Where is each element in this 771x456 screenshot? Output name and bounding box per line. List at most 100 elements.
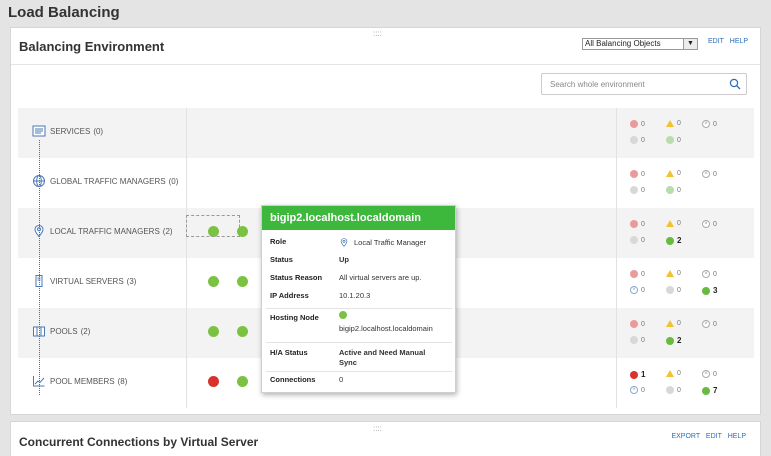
divider (186, 308, 187, 358)
row-name: GLOBAL TRAFFIC MANAGERS (50, 176, 166, 186)
panel-title: Concurrent Connections by Virtual Server (19, 435, 259, 449)
row-global-traffic-managers[interactable]: GLOBAL TRAFFIC MANAGERS (0) 0 0 × 0 0 0 (18, 158, 754, 208)
unknown-count[interactable]: 0 (630, 236, 645, 244)
edit-link[interactable]: EDIT (706, 433, 722, 440)
popup-row-role: Role Local Traffic Manager (270, 237, 426, 247)
selection-box (186, 215, 240, 237)
unknown-icon (630, 336, 638, 344)
warning-count[interactable]: 0 (666, 270, 681, 277)
popup-row-hosting: Hosting Node bigip2.localhost.localdomai… (270, 311, 433, 333)
critical-icon (630, 220, 638, 228)
critical-count[interactable]: 0 (630, 220, 645, 228)
warning-icon (666, 220, 674, 227)
down-count[interactable]: × 0 (702, 370, 717, 378)
help-link[interactable]: HELP (730, 38, 748, 45)
unknown-count[interactable]: 0 (630, 186, 645, 194)
unknown-count[interactable]: 0 (666, 386, 681, 394)
unknown-count[interactable]: 0 (630, 136, 645, 144)
critical-count[interactable]: 1 (630, 370, 645, 379)
chevron-down-icon[interactable]: ▼ (683, 39, 697, 49)
row-label[interactable]: POOL MEMBERS (8) (32, 374, 127, 388)
popup-role-value: Local Traffic Manager (354, 238, 426, 247)
unreachable-icon: × (630, 386, 638, 394)
hosting-status-dot[interactable] (339, 311, 347, 319)
popup-hosting-value[interactable]: bigip2.localhost.localdomain (339, 324, 433, 333)
down-count[interactable]: × 0 (702, 120, 717, 128)
unknown-count[interactable]: 0 (630, 336, 645, 344)
popup-ip-value: 10.1.20.3 (339, 291, 371, 300)
concurrent-connections-panel: :::: Concurrent Connections by Virtual S… (10, 421, 761, 456)
status-dot-up[interactable] (208, 276, 219, 287)
up-count[interactable]: 3 (702, 286, 717, 295)
status-dot-up[interactable] (208, 326, 219, 337)
search-input[interactable] (542, 74, 722, 95)
unknown-count[interactable]: 0 (666, 286, 681, 294)
status-dot-up[interactable] (237, 276, 248, 287)
unknown-icon (630, 186, 638, 194)
critical-count[interactable]: 0 (630, 170, 645, 178)
down-icon: × (702, 220, 710, 228)
row-name: VIRTUAL SERVERS (50, 276, 124, 286)
divider (616, 158, 617, 208)
row-label[interactable]: GLOBAL TRAFFIC MANAGERS (0) (32, 174, 178, 188)
row-label[interactable]: VIRTUAL SERVERS (3) (32, 274, 136, 288)
down-count[interactable]: × 0 (702, 220, 717, 228)
warning-count[interactable]: 0 (666, 120, 681, 127)
row-label[interactable]: SERVICES (0) (32, 124, 103, 138)
status-dot-up[interactable] (237, 326, 248, 337)
up-count[interactable]: 0 (666, 136, 681, 144)
warning-count[interactable]: 0 (666, 320, 681, 327)
row-count: (2) (162, 226, 173, 236)
row-name: SERVICES (50, 126, 91, 136)
search-icon[interactable] (729, 78, 741, 90)
panel-title: Balancing Environment (19, 39, 165, 54)
drag-handle[interactable]: :::: (373, 424, 382, 433)
critical-count[interactable]: 0 (630, 270, 645, 278)
popup-row-reason: Status Reason All virtual servers are up… (270, 273, 422, 282)
edit-link[interactable]: EDIT (708, 38, 724, 45)
warning-count[interactable]: 0 (666, 170, 681, 177)
drag-handle[interactable]: :::: (373, 29, 382, 38)
row-label[interactable]: POOLS (2) (32, 324, 90, 338)
unreachable-count[interactable]: × 0 (630, 286, 645, 294)
critical-icon (630, 370, 638, 379)
popup-row-ha: H/A Status Active and Need Manual Sync (270, 348, 426, 367)
divider (11, 64, 760, 65)
down-icon: × (702, 170, 710, 178)
status-dot-critical[interactable] (208, 376, 219, 387)
row-name: LOCAL TRAFFIC MANAGERS (50, 226, 160, 236)
row-count: (8) (117, 376, 128, 386)
help-link[interactable]: HELP (728, 433, 746, 440)
warning-count[interactable]: 0 (666, 370, 681, 377)
unreachable-count[interactable]: × 0 (630, 386, 645, 394)
filter-dropdown-value: All Balancing Objects (585, 39, 661, 48)
divider (186, 358, 187, 408)
down-count[interactable]: × 0 (702, 170, 717, 178)
up-icon (666, 186, 674, 194)
filter-dropdown[interactable]: All Balancing Objects ▼ (582, 38, 698, 50)
export-link[interactable]: EXPORT (671, 433, 700, 440)
divider (186, 158, 187, 208)
warning-count[interactable]: 0 (666, 220, 681, 227)
popup-status-value: Up (339, 255, 349, 264)
row-label[interactable]: LOCAL TRAFFIC MANAGERS (2) (32, 224, 173, 238)
location-pin-icon (340, 238, 348, 247)
row-count: (0) (168, 176, 179, 186)
up-icon (666, 136, 674, 144)
up-count[interactable]: 2 (666, 236, 681, 245)
down-count[interactable]: × 0 (702, 320, 717, 328)
unknown-icon (630, 136, 638, 144)
critical-icon (630, 320, 638, 328)
status-dot-up[interactable] (237, 376, 248, 387)
up-count[interactable]: 7 (702, 386, 717, 395)
search-box (541, 73, 747, 95)
warning-icon (666, 120, 674, 127)
row-services[interactable]: SERVICES (0) 0 0 × 0 0 0 (18, 108, 754, 158)
down-count[interactable]: × 0 (702, 270, 717, 278)
divider (186, 258, 187, 308)
critical-count[interactable]: 0 (630, 120, 645, 128)
up-count[interactable]: 2 (666, 336, 681, 345)
critical-count[interactable]: 0 (630, 320, 645, 328)
pool-status-dots (208, 326, 266, 337)
up-count[interactable]: 0 (666, 186, 681, 194)
